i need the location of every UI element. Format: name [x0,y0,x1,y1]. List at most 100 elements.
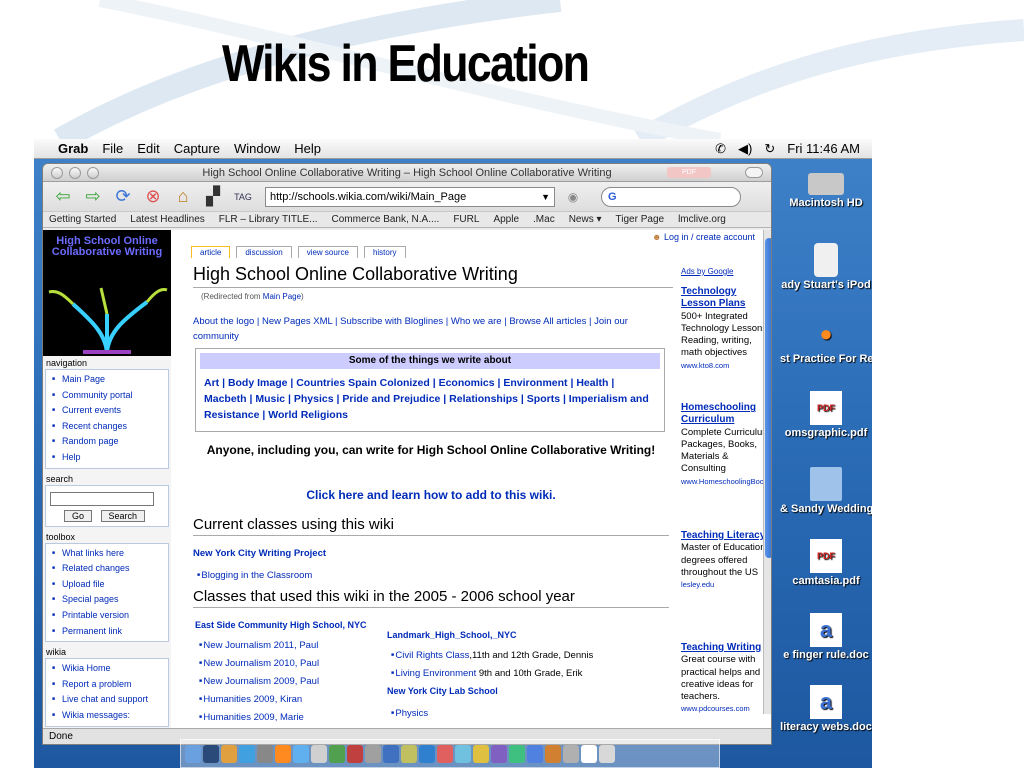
class-link[interactable]: New Journalism 2010, Paul [199,658,319,669]
wikia-link[interactable]: Live chat and support [46,692,168,708]
ad-title[interactable]: Homeschooling Curriculum [681,402,771,427]
bookmark-item[interactable]: .Mac [533,214,555,225]
app-icon[interactable] [491,744,507,763]
redirect-link[interactable]: Main Page [263,292,301,301]
home-icon[interactable]: ⌂ [171,186,195,208]
go-icon[interactable]: ◉ [561,186,585,208]
toolbox-link[interactable]: Upload file [46,577,168,593]
phone-icon[interactable]: ✆ [715,141,726,157]
class-link[interactable]: New Journalism 2009, Paul [199,676,319,687]
menu-window[interactable]: Window [234,141,280,156]
app-icon[interactable] [239,744,255,763]
menu-clock[interactable]: Fri 11:46 AM [787,141,860,157]
pdf-extension-icon[interactable]: PDF [667,167,711,178]
app-icon[interactable] [329,744,345,763]
app-icon[interactable] [365,744,381,763]
about-links[interactable]: About the logo | New Pages XML | Subscri… [193,314,663,344]
ad-title[interactable]: Teaching Literacy [681,530,771,542]
tab-view-source[interactable]: view source [297,246,358,258]
toolbox-link[interactable]: Permanent link [46,624,168,640]
desktop-icon-doc[interactable]: a e finger rule.doc [780,613,872,661]
menu-capture[interactable]: Capture [174,141,220,156]
ad-url[interactable]: www.HomeschoolingBoo [681,476,771,488]
back-arrow-icon[interactable]: ⇦ [51,186,75,208]
bookmark-item[interactable]: FURL [453,214,479,225]
nav-link[interactable]: Current events [46,403,168,419]
toolbox-link[interactable]: What links here [46,546,168,562]
bookmark-item[interactable]: News ▾ [569,214,602,225]
class-link[interactable]: Living Environment 9th and 10th Grade, E… [391,668,582,679]
scrollbar-thumb[interactable] [765,238,771,558]
nav-link[interactable]: Recent changes [46,419,168,435]
menu-help[interactable]: Help [294,141,321,156]
ad-item[interactable]: Technology Lesson Plans 500+ Integrated … [681,286,771,372]
search-button[interactable]: Search [100,509,146,522]
desktop-icon-pdf[interactable]: PDF omsgraphic.pdf [780,391,872,439]
url-dropdown-icon[interactable]: ▼ [541,188,550,206]
bookmark-page-icon[interactable]: ▞ [201,186,225,208]
search-engine-box[interactable]: G [601,186,741,207]
nav-link[interactable]: Community portal [46,388,168,404]
landmark-school-link[interactable]: Landmark_High_School,_NYC [387,630,517,640]
desktop-icon-hd[interactable]: Macintosh HD [780,167,872,209]
ad-title[interactable]: Technology Lesson Plans [681,286,771,311]
desktop-icon-doc[interactable]: a literacy webs.doc [780,685,872,733]
topics-links[interactable]: Art | Body Image | Countries Spain Colon… [196,369,664,429]
toolbox-link[interactable]: Special pages [46,592,168,608]
nav-link[interactable]: Random page [46,434,168,450]
wikia-link[interactable]: Report a problem [46,677,168,693]
app-icon[interactable] [311,744,327,763]
ad-url[interactable]: www.pdcourses.com [681,703,771,715]
bookmark-item[interactable]: Apple [493,214,519,225]
stop-icon[interactable]: ⊗ [141,186,165,208]
menu-file[interactable]: File [102,141,123,156]
app-icon[interactable] [473,744,489,763]
bookmark-item[interactable]: Getting Started [49,214,116,225]
desktop-icon-firefox[interactable]: ● st Practice For Research [780,317,872,365]
toolbox-link[interactable]: Printable version [46,608,168,624]
toolbar-toggle-button[interactable] [745,167,763,178]
volume-icon[interactable]: ◀) [738,141,752,157]
reload-icon[interactable]: ⟳ [111,186,135,208]
dashboard-icon[interactable] [203,744,219,763]
bookmark-item[interactable]: FLR – Library TITLE... [219,214,318,225]
app-icon[interactable] [563,744,579,763]
ad-item[interactable]: Teaching Writing Great course with pract… [681,642,771,716]
class-link[interactable]: Humanities 2009, Kiran [199,694,302,705]
lab-school-link[interactable]: New York City Lab School [387,686,498,696]
bookmark-item[interactable]: Latest Headlines [130,214,205,225]
nav-link[interactable]: Help [46,450,168,466]
desktop-icon-pdf[interactable]: PDF camtasia.pdf [780,539,872,587]
trash-icon[interactable] [599,744,615,763]
ad-title[interactable]: Teaching Writing [681,642,771,654]
app-icon[interactable] [383,744,399,763]
app-icon[interactable] [437,744,453,763]
close-window-button[interactable] [51,167,63,179]
app-icon[interactable] [419,744,435,763]
nyc-writing-project-link[interactable]: New York City Writing Project [193,548,326,559]
minimize-window-button[interactable] [69,167,81,179]
wiki-search-input[interactable] [50,491,154,506]
class-link[interactable]: Civil Rights Class,11th and 12th Grade, … [391,650,593,661]
ad-item[interactable]: Teaching Literacy Master of Education de… [681,530,771,591]
tab-article[interactable]: article [191,246,231,258]
desktop-icon-ipod[interactable]: ady Stuart's iPod [780,243,872,291]
class-link[interactable]: Physics [391,708,428,719]
bookmark-item[interactable]: Commerce Bank, N.A.... [332,214,440,225]
tab-history[interactable]: history [363,246,406,258]
vertical-scrollbar[interactable] [763,230,771,714]
wiki-logo[interactable]: High School Online Collaborative Writing [43,230,171,356]
app-icon[interactable] [581,744,597,763]
sync-icon[interactable]: ↻ [764,141,775,157]
nav-link[interactable]: Main Page [46,372,168,388]
tag-icon[interactable]: TAG [231,186,255,208]
zoom-window-button[interactable] [87,167,99,179]
app-icon[interactable] [257,744,273,763]
app-icon[interactable] [401,744,417,763]
tab-discussion[interactable]: discussion [236,246,292,258]
firefox-icon[interactable] [275,744,291,763]
ad-url[interactable]: lesley.edu [681,579,771,591]
toolbox-link[interactable]: Related changes [46,561,168,577]
forward-arrow-icon[interactable]: ⇨ [81,186,105,208]
class-link-text[interactable]: Living Environment [395,668,476,679]
